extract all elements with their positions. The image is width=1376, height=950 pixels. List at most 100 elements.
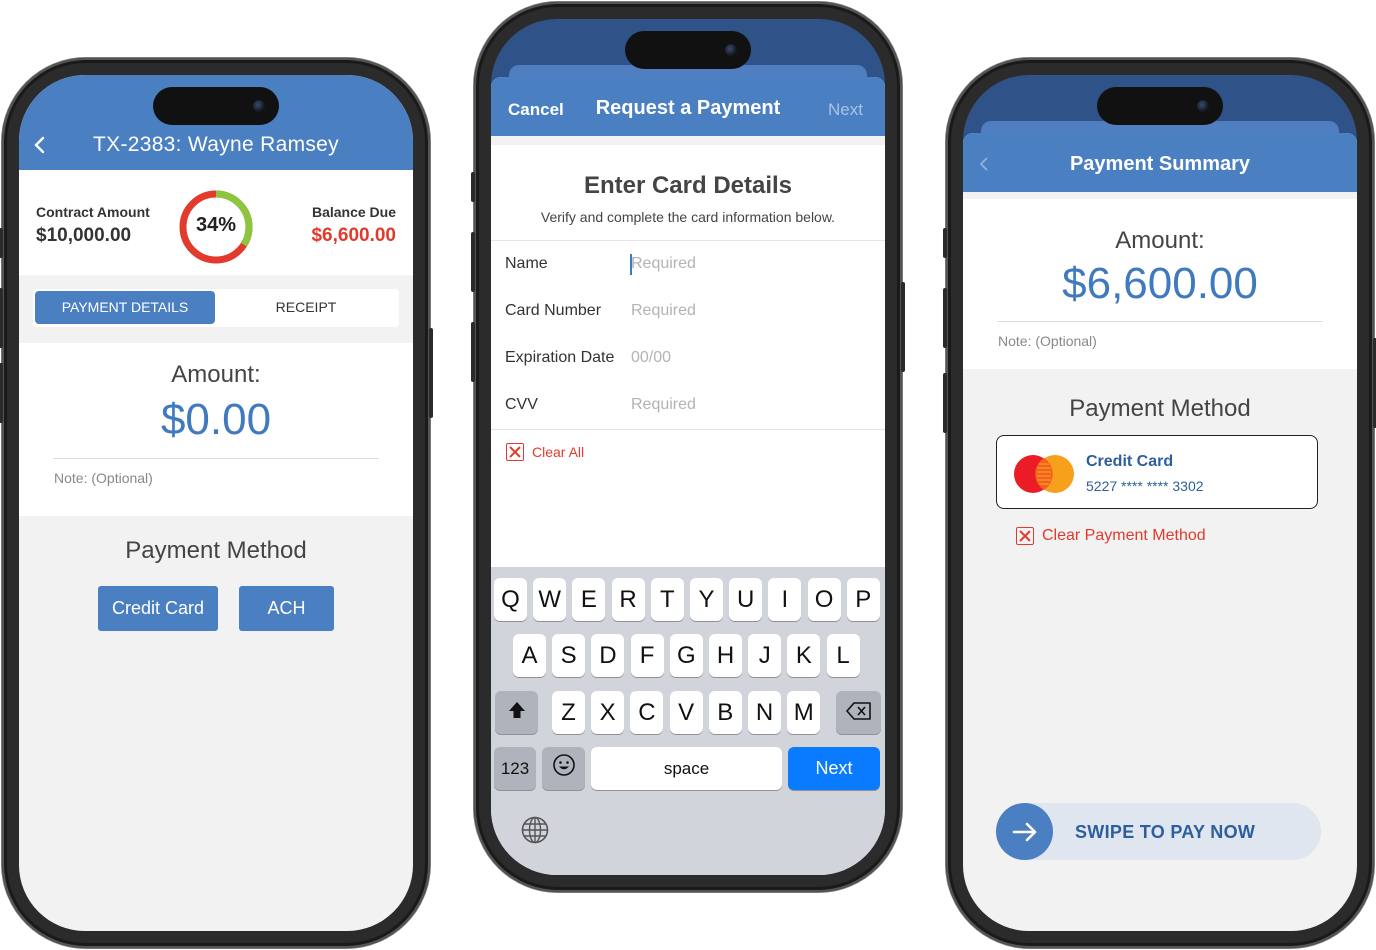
field-placeholder: Required xyxy=(631,255,696,272)
key-a[interactable]: A xyxy=(513,634,546,677)
key-i[interactable]: I xyxy=(768,578,802,621)
key-g[interactable]: G xyxy=(669,634,703,677)
card-number-field[interactable]: Card Number Required xyxy=(491,288,885,336)
swipe-label: SWIPE TO PAY NOW xyxy=(1075,822,1256,842)
field-label: CVV xyxy=(505,396,538,413)
ach-button[interactable]: ACH xyxy=(239,586,334,631)
key-h[interactable]: H xyxy=(709,634,742,677)
tab-payment-details[interactable]: PAYMENT DETAILS xyxy=(35,291,215,324)
clear-all-label: Clear All xyxy=(532,444,585,460)
key-n[interactable]: N xyxy=(748,691,781,734)
key-p[interactable]: P xyxy=(846,578,880,621)
expiration-field[interactable]: Expiration Date 00/00 xyxy=(491,335,885,383)
delete-key[interactable] xyxy=(836,691,881,734)
swipe-handle[interactable] xyxy=(996,803,1053,860)
key-c[interactable]: C xyxy=(630,691,664,734)
emoji-key[interactable] xyxy=(542,747,585,790)
field-label: Card Number xyxy=(505,302,602,319)
key-o[interactable]: O xyxy=(807,578,841,621)
amount-label: Amount: xyxy=(1115,227,1205,254)
arrow-right-icon xyxy=(1010,817,1040,852)
selected-card[interactable]: Credit Card 5227 **** **** 3302 xyxy=(996,435,1318,509)
key-b[interactable]: B xyxy=(708,691,742,734)
clear-method-label: Clear Payment Method xyxy=(1042,527,1206,544)
space-key[interactable]: space xyxy=(591,747,782,790)
page-title: TX-2383: Wayne Ramsey xyxy=(93,133,339,156)
phone-3-screen: Payment Summary Amount: $6,600.00 Note: … xyxy=(963,75,1357,931)
cvv-field[interactable]: CVV Required xyxy=(491,382,885,430)
shift-icon xyxy=(507,699,527,727)
field-label: Name xyxy=(505,255,548,272)
segmented-control: PAYMENT DETAILS RECEIPT xyxy=(33,289,399,327)
form-panel: Enter Card Details Verify and complete t… xyxy=(491,145,885,567)
clear-all-button[interactable]: Clear All xyxy=(506,443,606,463)
key-m[interactable]: M xyxy=(787,691,821,734)
dynamic-island xyxy=(1097,87,1223,125)
side-button xyxy=(0,228,3,258)
key-u[interactable]: U xyxy=(729,578,763,621)
key-s[interactable]: S xyxy=(552,634,586,677)
form-heading: Enter Card Details xyxy=(583,172,793,199)
side-button xyxy=(471,232,475,292)
globe-icon[interactable] xyxy=(520,815,550,850)
field-label: Expiration Date xyxy=(505,349,615,366)
side-button xyxy=(943,373,947,433)
card-number: 5227 **** **** 3302 xyxy=(1086,478,1204,494)
key-f[interactable]: F xyxy=(630,634,664,677)
form-subheading: Verify and complete the card information… xyxy=(540,209,836,225)
side-button xyxy=(0,288,3,348)
amount-value: $0.00 xyxy=(160,395,272,444)
key-e[interactable]: E xyxy=(572,578,606,621)
clear-x-icon xyxy=(1016,527,1034,545)
keyboard: QWERTYUIOP ASDFGHJKL ZXCVBNM 123 space Nex… xyxy=(491,567,885,875)
key-l[interactable]: L xyxy=(826,634,860,677)
percent-label: 34% xyxy=(195,214,237,236)
contract-value: $10,000.00 xyxy=(36,225,132,246)
key-y[interactable]: Y xyxy=(690,578,723,621)
balance-label: Balance Due xyxy=(311,204,396,220)
keyboard-next-key[interactable]: Next xyxy=(788,747,880,790)
name-field[interactable]: Name Required xyxy=(491,241,885,289)
side-button xyxy=(471,172,475,202)
amount-divider xyxy=(53,458,379,459)
swipe-to-pay[interactable]: SWIPE TO PAY NOW xyxy=(996,803,1321,860)
key-v[interactable]: V xyxy=(669,691,703,734)
amount-panel: Amount: $6,600.00 Note: (Optional) xyxy=(963,199,1357,369)
dynamic-island xyxy=(153,87,279,125)
dynamic-island xyxy=(625,31,751,69)
nav-bar: Cancel Request a Payment Next xyxy=(491,77,885,136)
key-x[interactable]: X xyxy=(591,691,625,734)
tab-receipt[interactable]: RECEIPT xyxy=(215,291,397,324)
note-input[interactable]: Note: (Optional) xyxy=(54,470,153,486)
key-r[interactable]: R xyxy=(611,578,645,621)
mastercard-icon xyxy=(1013,454,1075,499)
field-placeholder: 00/00 xyxy=(631,349,672,366)
key-k[interactable]: K xyxy=(787,634,821,677)
numbers-key[interactable]: 123 xyxy=(494,747,536,790)
amount-label: Amount: xyxy=(171,361,261,388)
modal-sheet: Payment Summary Amount: $6,600.00 Note: … xyxy=(963,133,1357,931)
key-t[interactable]: T xyxy=(650,578,684,621)
nav-bar: Payment Summary xyxy=(963,133,1357,192)
phone-2-screen: Cancel Request a Payment Next Enter Card… xyxy=(491,19,885,875)
side-button xyxy=(471,322,475,382)
key-q[interactable]: Q xyxy=(494,578,527,621)
field-placeholder: Required xyxy=(631,302,696,319)
amount-divider xyxy=(997,321,1323,322)
next-button[interactable]: Next xyxy=(828,100,863,120)
note-input[interactable]: Note: (Optional) xyxy=(998,333,1097,349)
summary-panel: Contract Amount $10,000.00 34% Balance D… xyxy=(19,170,413,275)
side-button xyxy=(943,228,947,258)
credit-card-button[interactable]: Credit Card xyxy=(98,586,218,631)
field-placeholder: Required xyxy=(631,396,696,413)
key-w[interactable]: W xyxy=(533,578,567,621)
delete-icon xyxy=(845,699,872,727)
key-z[interactable]: Z xyxy=(552,691,585,734)
side-button xyxy=(901,282,905,372)
key-d[interactable]: D xyxy=(591,634,625,677)
shift-key[interactable] xyxy=(495,691,538,734)
key-j[interactable]: J xyxy=(748,634,782,677)
clear-method-button[interactable]: Clear Payment Method xyxy=(1016,527,1236,547)
emoji-icon xyxy=(552,753,576,784)
method-title: Payment Method xyxy=(125,537,307,564)
